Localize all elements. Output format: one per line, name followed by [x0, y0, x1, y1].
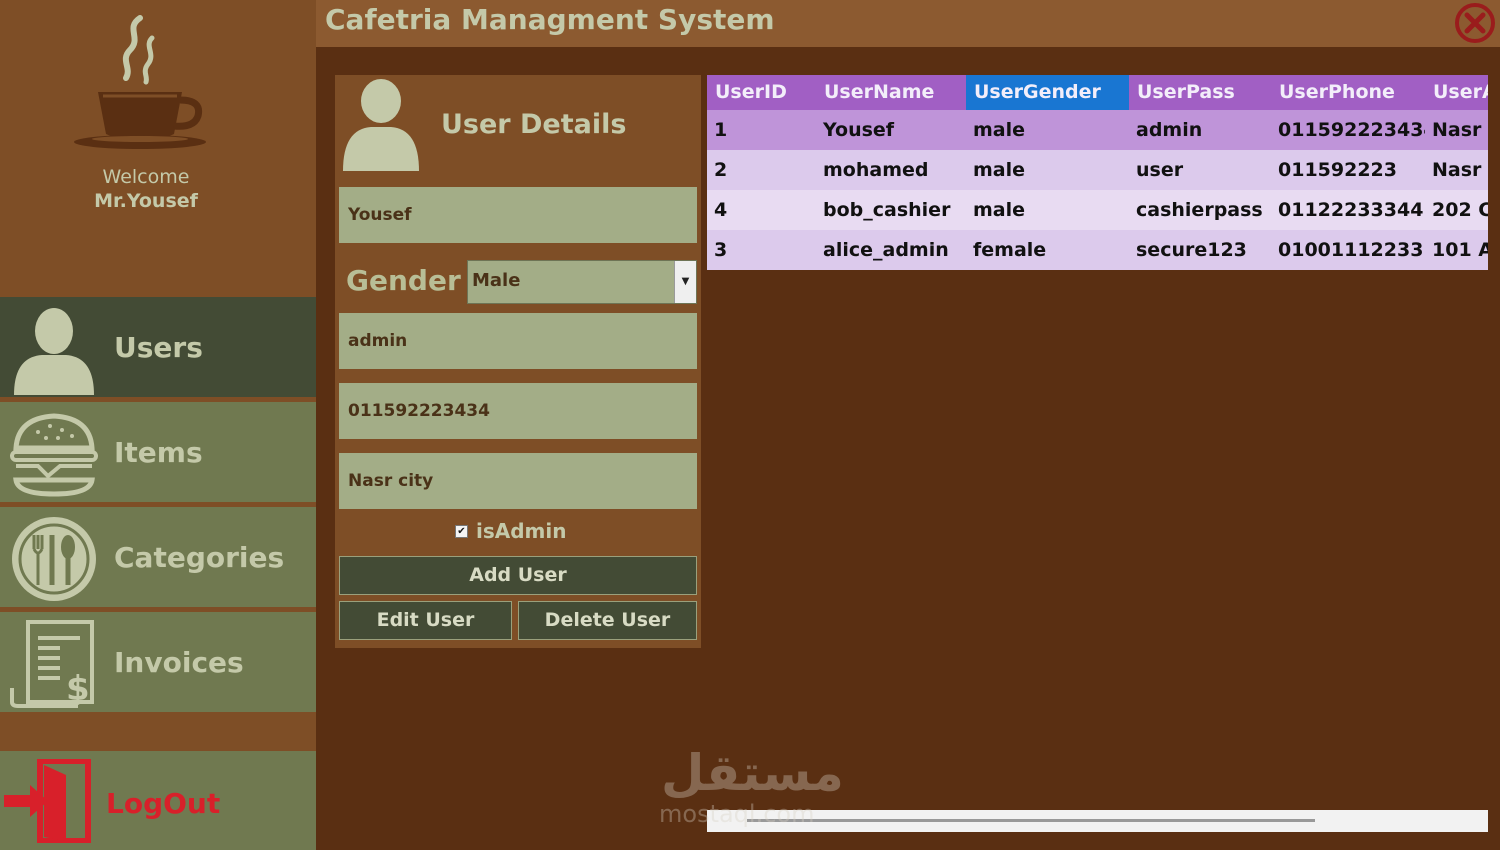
password-field[interactable]	[339, 313, 697, 369]
user-icon	[14, 308, 94, 395]
watermark-text: mostaql.com	[659, 800, 815, 828]
column-header[interactable]: UserPhone	[1271, 75, 1425, 110]
sidebar-item-label: Invoices	[114, 646, 244, 679]
welcome-text: Welcome	[102, 166, 190, 188]
user-avatar-icon	[343, 79, 419, 171]
address-field[interactable]	[339, 453, 697, 509]
sidebar-item-invoices[interactable]: $ Invoices	[0, 612, 316, 712]
sidebar-item-label: Categories	[114, 541, 285, 574]
table-cell: secure123	[1136, 239, 1247, 261]
table-cell: mohamed	[823, 159, 929, 181]
table-cell: Yousef	[823, 119, 895, 141]
table-cell: 01122233344	[1278, 199, 1424, 221]
sidebar-item-categories[interactable]: Categories	[0, 507, 316, 607]
table-cell: 202 Co	[1432, 199, 1488, 221]
checkbox-check-icon[interactable]: ✔	[455, 525, 468, 538]
user-details-panel: User Details Gender Male ▼ ✔ isAdmin Add…	[335, 75, 701, 648]
gender-select[interactable]: Male ▼	[467, 260, 697, 304]
logout-door-icon	[4, 759, 91, 843]
name-field[interactable]	[339, 187, 697, 243]
plate-cutlery-icon	[12, 517, 96, 601]
table-row[interactable]: 1 Yousef male admin 011592223434 Nasr c	[707, 110, 1488, 150]
table-row[interactable]: 2 mohamed male user 011592223 Nasr c	[707, 150, 1488, 190]
table-cell: 01001112233	[1278, 239, 1424, 261]
table-cell: 101 Ad	[1432, 239, 1488, 261]
table-cell: Nasr c	[1432, 159, 1488, 181]
sidebar-item-label: Items	[114, 436, 203, 469]
column-header[interactable]: UserA	[1425, 75, 1488, 110]
table-cell: 011592223	[1278, 159, 1397, 181]
watermark: مستقل mostaql.com	[655, 744, 855, 834]
table-cell: 2	[714, 159, 728, 181]
delete-user-button[interactable]: Delete User	[518, 601, 697, 640]
users-table[interactable]: UserID UserName UserGender UserPass UserPhon…	[707, 75, 1488, 270]
title-bar: Cafetria Managment System	[316, 0, 1500, 47]
edit-user-button[interactable]: Edit User	[339, 601, 512, 640]
table-cell: 4	[714, 199, 728, 221]
table-cell: male	[973, 199, 1026, 221]
close-icon[interactable]	[1454, 2, 1496, 44]
welcome-user-name: Mr.Yousef	[94, 190, 198, 212]
table-cell: admin	[1136, 119, 1203, 141]
user-details-title: User Details	[441, 109, 627, 140]
watermark-arabic-logo: مستقل	[661, 744, 844, 802]
gender-label: Gender	[346, 264, 461, 297]
app-title: Cafetria Managment System	[325, 3, 775, 36]
add-user-button[interactable]: Add User	[339, 556, 697, 595]
logout-label: LogOut	[106, 787, 221, 820]
table-cell: bob_cashier	[823, 199, 951, 221]
burger-icon	[10, 413, 98, 497]
logout-button[interactable]: LogOut	[0, 751, 316, 850]
invoice-icon: $	[10, 620, 94, 709]
column-header[interactable]: UserName	[816, 75, 966, 110]
coffee-cup-icon	[74, 15, 206, 149]
table-cell: 011592223434	[1278, 119, 1425, 141]
column-header[interactable]: UserPass	[1129, 75, 1271, 110]
is-admin-label: isAdmin	[476, 519, 567, 543]
sidebar-item-users[interactable]: Users	[0, 297, 316, 397]
phone-field[interactable]	[339, 383, 697, 439]
sidebar-item-label: Users	[114, 331, 203, 364]
table-cell: 1	[714, 119, 728, 141]
table-cell: cashierpass	[1136, 199, 1263, 221]
column-header[interactable]: UserGender	[966, 75, 1129, 110]
sidebar-item-items[interactable]: Items	[0, 402, 316, 502]
table-header: UserID UserName UserGender UserPass UserPhon…	[707, 75, 1488, 110]
table-cell: female	[973, 239, 1047, 261]
table-cell: 3	[714, 239, 728, 261]
gender-selected-value: Male	[472, 270, 521, 291]
table-cell: male	[973, 119, 1026, 141]
sidebar: Welcome Mr.Yousef Users Items Categories…	[0, 0, 316, 850]
table-cell: alice_admin	[823, 239, 949, 261]
column-header[interactable]: UserID	[707, 75, 816, 110]
table-cell: user	[1136, 159, 1184, 181]
table-row[interactable]: 4 bob_cashier male cashierpass 01122233344 20…	[707, 190, 1488, 230]
svg-text:$: $	[66, 669, 90, 709]
chevron-down-icon[interactable]: ▼	[674, 261, 696, 303]
table-row[interactable]: 3 alice_admin female secure123 01001112233 10…	[707, 230, 1488, 270]
table-cell: male	[973, 159, 1026, 181]
table-cell: Nasr c	[1432, 119, 1488, 141]
